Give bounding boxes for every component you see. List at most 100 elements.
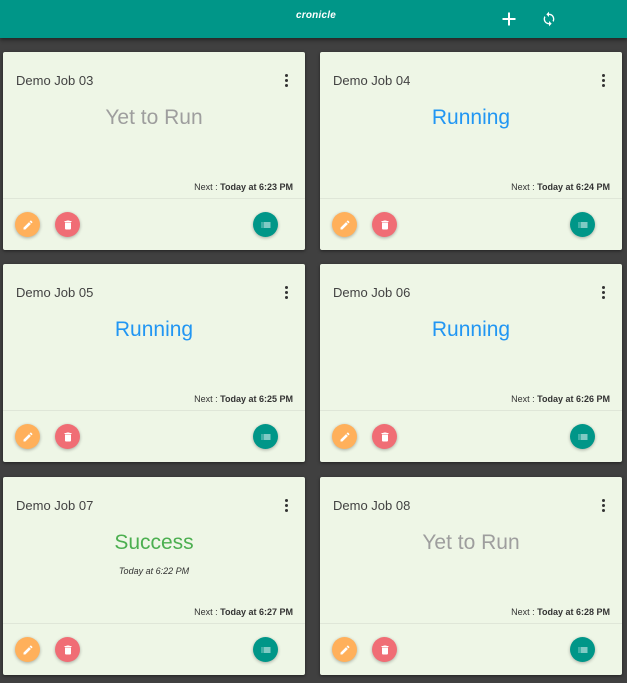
sync-icon: [543, 11, 555, 27]
list-icon: [261, 647, 270, 652]
next-run-label: Next :: [511, 394, 535, 404]
card-divider: [3, 410, 305, 411]
delete-job-button[interactable]: [55, 637, 80, 662]
next-run-value: Today at 6:25 PM: [220, 394, 293, 404]
edit-job-button[interactable]: [332, 424, 357, 449]
job-next-run: Next : Today at 6:24 PM: [511, 182, 610, 192]
card-divider: [3, 623, 305, 624]
more-vert-icon-dot: [601, 78, 605, 82]
next-run-value: Today at 6:27 PM: [220, 607, 293, 617]
job-card: Demo Job 07 Success Today at 6:22 PM Nex…: [3, 477, 305, 675]
delete-job-button[interactable]: [55, 424, 80, 449]
pencil-icon: [23, 644, 33, 654]
job-last-run: Today at 6:22 PM: [118, 566, 190, 576]
more-vert-icon-dot: [284, 290, 288, 294]
edit-job-button[interactable]: [332, 212, 357, 237]
job-name: Demo Job 04: [333, 73, 411, 88]
delete-job-button[interactable]: [372, 637, 397, 662]
delete-job-button[interactable]: [372, 212, 397, 237]
view-logs-button[interactable]: [253, 212, 278, 237]
delete-job-button[interactable]: [55, 212, 80, 237]
job-card: Demo Job 08 Yet to Run Next : Today at 6…: [320, 477, 622, 675]
trash-icon: [381, 432, 388, 441]
app-bar: cronicle: [0, 0, 627, 38]
job-menu-button[interactable]: [596, 284, 610, 300]
job-status: Yet to Run: [422, 531, 520, 554]
job-card: Demo Job 05 Running Next : Today at 6:25…: [3, 264, 305, 462]
job-status: Yet to Run: [105, 106, 203, 129]
job-next-run: Next : Today at 6:26 PM: [511, 394, 610, 404]
more-vert-icon-dot: [601, 295, 605, 299]
more-vert-icon-dot: [284, 503, 288, 507]
job-menu-button[interactable]: [596, 72, 610, 88]
job-menu-button[interactable]: [279, 72, 293, 88]
card-divider: [320, 623, 622, 624]
more-vert-icon-dot: [601, 290, 605, 294]
job-name: Demo Job 08: [333, 498, 411, 513]
job-next-run: Next : Today at 6:27 PM: [194, 607, 293, 617]
trash-icon: [64, 220, 71, 229]
next-run-label: Next :: [194, 607, 218, 617]
more-vert-icon-dot: [601, 508, 605, 512]
list-icon: [578, 222, 587, 227]
trash-icon: [64, 432, 71, 441]
plus-icon: [502, 12, 516, 26]
next-run-label: Next :: [511, 607, 535, 617]
list-icon: [261, 434, 270, 439]
pencil-icon: [340, 431, 350, 441]
edit-job-button[interactable]: [332, 637, 357, 662]
trash-icon: [381, 645, 388, 654]
more-vert-icon: [601, 285, 605, 289]
job-name: Demo Job 05: [16, 285, 94, 300]
edit-job-button[interactable]: [15, 424, 40, 449]
list-icon: [578, 434, 587, 439]
more-vert-icon-dot: [601, 503, 605, 507]
job-next-run: Next : Today at 6:28 PM: [511, 607, 610, 617]
job-status: Running: [431, 106, 511, 129]
job-name: Demo Job 06: [333, 285, 411, 300]
more-vert-icon-dot: [284, 78, 288, 82]
list-icon: [578, 647, 587, 652]
view-logs-button[interactable]: [570, 424, 595, 449]
next-run-label: Next :: [194, 394, 218, 404]
next-run-value: Today at 6:23 PM: [220, 182, 293, 192]
job-next-run: Next : Today at 6:23 PM: [194, 182, 293, 192]
more-vert-icon-dot: [601, 83, 605, 87]
app-title: cronicle: [296, 10, 336, 21]
view-logs-button[interactable]: [570, 637, 595, 662]
job-status: Running: [114, 318, 194, 341]
view-logs-button[interactable]: [570, 212, 595, 237]
job-grid: Demo Job 03 Yet to Run Next : Today at 6…: [0, 0, 627, 683]
pencil-icon: [340, 219, 350, 229]
add-job-button[interactable]: [494, 4, 524, 34]
next-run-value: Today at 6:26 PM: [537, 394, 610, 404]
job-name: Demo Job 03: [16, 73, 94, 88]
more-vert-icon: [601, 73, 605, 77]
job-card: Demo Job 06 Running Next : Today at 6:26…: [320, 264, 622, 462]
more-vert-icon: [284, 498, 288, 502]
card-divider: [3, 198, 305, 199]
job-menu-button[interactable]: [279, 284, 293, 300]
view-logs-button[interactable]: [253, 637, 278, 662]
pencil-icon: [23, 431, 33, 441]
job-menu-button[interactable]: [596, 497, 610, 513]
job-name: Demo Job 07: [16, 498, 94, 513]
more-vert-icon-dot: [284, 295, 288, 299]
pencil-icon: [23, 219, 33, 229]
job-menu-button[interactable]: [279, 497, 293, 513]
trash-icon: [381, 220, 388, 229]
edit-job-button[interactable]: [15, 212, 40, 237]
card-divider: [320, 410, 622, 411]
pencil-icon: [340, 644, 350, 654]
more-vert-icon: [284, 73, 288, 77]
delete-job-button[interactable]: [372, 424, 397, 449]
more-vert-icon-dot: [284, 83, 288, 87]
job-card: Demo Job 04 Running Next : Today at 6:24…: [320, 52, 622, 250]
refresh-button[interactable]: [534, 4, 564, 34]
edit-job-button[interactable]: [15, 637, 40, 662]
card-divider: [320, 198, 622, 199]
next-run-value: Today at 6:24 PM: [537, 182, 610, 192]
more-vert-icon-dot: [284, 508, 288, 512]
view-logs-button[interactable]: [253, 424, 278, 449]
job-status: Success: [114, 531, 194, 554]
